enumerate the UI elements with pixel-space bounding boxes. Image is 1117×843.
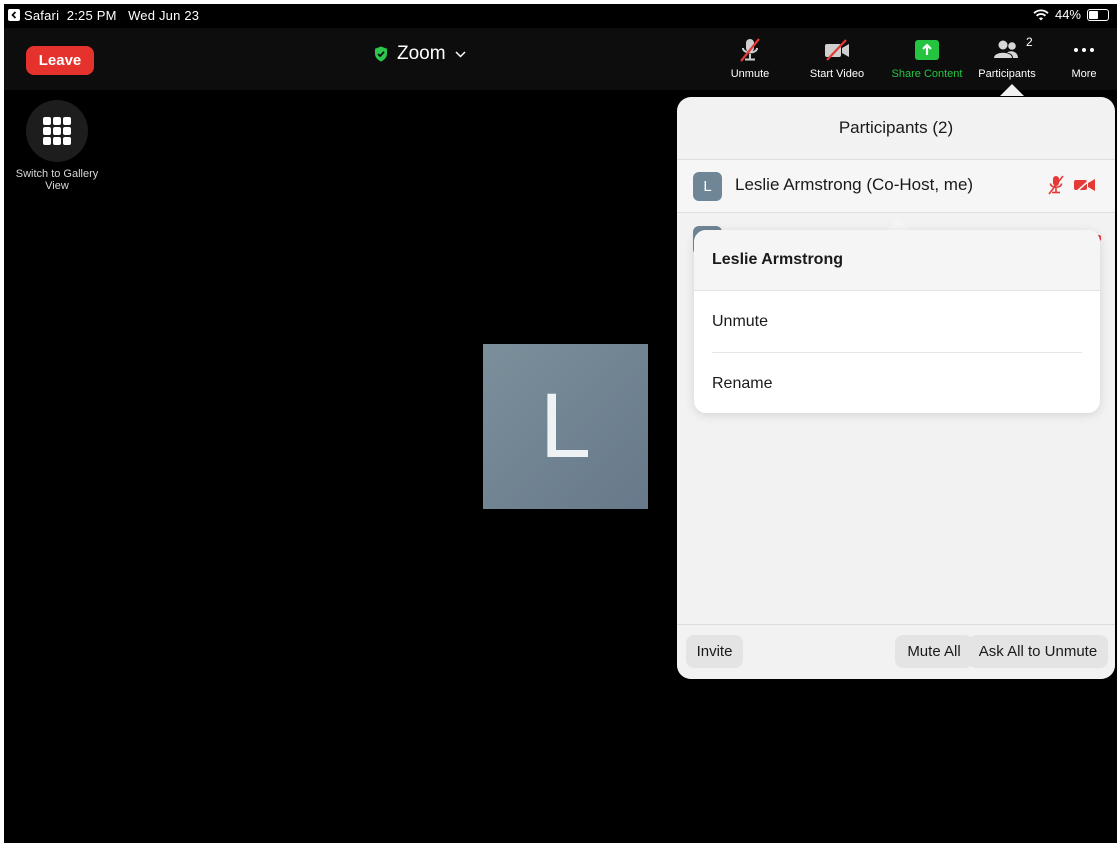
- participants-button[interactable]: 2 Participants: [970, 35, 1044, 80]
- participant-video-tile[interactable]: L: [483, 344, 648, 509]
- meeting-toolbar: Leave Zoom Unmute Start Video Share Cont…: [4, 28, 1117, 90]
- participants-popover-caret: [1000, 84, 1024, 96]
- status-right: 44%: [1033, 7, 1109, 22]
- action-menu-title: Leslie Armstrong: [694, 230, 1100, 291]
- mic-muted-icon: [1048, 175, 1064, 195]
- ask-all-to-unmute-button[interactable]: Ask All to Unmute: [968, 635, 1108, 668]
- avatar: L: [693, 172, 722, 201]
- unmute-button[interactable]: Unmute: [722, 36, 778, 80]
- participant-name: Leslie Armstrong (Co-Host, me): [735, 175, 974, 194]
- popover-caret: [886, 218, 910, 230]
- switch-gallery-label: Switch to Gallery View: [15, 168, 99, 192]
- video-off-icon: [825, 39, 849, 61]
- more-label: More: [1071, 68, 1097, 80]
- participants-panel: Participants (2) L Leslie Armstrong (Co-…: [677, 97, 1115, 679]
- status-bar: Safari 2:25 PM Wed Jun 23 44%: [4, 4, 1117, 28]
- shield-check-icon: [375, 46, 387, 62]
- participant-status-icons: [1047, 175, 1097, 195]
- start-video-button[interactable]: Start Video: [802, 36, 872, 80]
- participant-action-menu: Leslie Armstrong Unmute Rename: [694, 230, 1100, 413]
- start-video-label: Start Video: [809, 68, 865, 80]
- switch-gallery-button[interactable]: [26, 100, 88, 162]
- participant-row[interactable]: L Leslie Armstrong (Co-Host, me): [677, 159, 1115, 213]
- participants-count: 2: [1026, 35, 1033, 49]
- meeting-title-label: Zoom: [397, 43, 446, 64]
- share-content-button[interactable]: Share Content: [882, 36, 972, 80]
- battery-percent: 44%: [1054, 7, 1081, 22]
- mute-all-button[interactable]: Mute All: [895, 635, 973, 668]
- status-date: Wed Jun 23: [128, 8, 200, 23]
- more-dots-icon: [1074, 48, 1094, 52]
- zoom-screen: Safari 2:25 PM Wed Jun 23 44% Leave Zoom: [4, 4, 1117, 843]
- participants-label: Participants: [978, 68, 1036, 80]
- share-arrow-icon: [915, 40, 939, 60]
- video-off-icon: [1074, 176, 1095, 194]
- invite-button[interactable]: Invite: [686, 635, 743, 668]
- back-app-label[interactable]: Safari: [24, 8, 59, 23]
- grid-icon: [43, 117, 71, 145]
- participants-panel-title: Participants (2): [838, 118, 954, 137]
- leave-button[interactable]: Leave: [26, 46, 94, 75]
- unmute-label: Unmute: [730, 68, 770, 80]
- unmute-menu-item[interactable]: Unmute: [712, 291, 1082, 353]
- chevron-back-icon[interactable]: [8, 9, 20, 21]
- meeting-title[interactable]: Zoom: [374, 43, 466, 65]
- wifi-icon: [1033, 8, 1049, 20]
- participants-icon: [994, 40, 1018, 58]
- chevron-down-icon: [455, 50, 466, 58]
- battery-icon: [1087, 8, 1109, 21]
- status-text: Safari 2:25 PM Wed Jun 23: [24, 8, 199, 23]
- share-content-label: Share Content: [891, 68, 963, 80]
- participants-footer: Invite Mute All Ask All to Unmute: [677, 624, 1115, 679]
- status-time: 2:25 PM: [66, 8, 117, 23]
- more-button[interactable]: More: [1064, 36, 1104, 80]
- rename-menu-item[interactable]: Rename: [712, 353, 1082, 413]
- mic-muted-icon: [740, 38, 760, 62]
